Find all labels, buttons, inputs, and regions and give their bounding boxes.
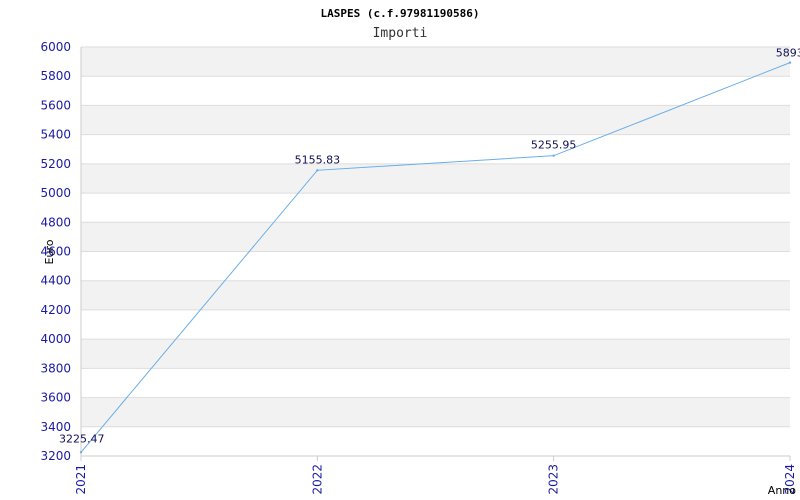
grid-band — [81, 280, 790, 310]
y-tick-label: 4400 — [40, 274, 71, 288]
data-point — [552, 154, 555, 157]
data-point — [79, 451, 83, 454]
grid-band — [81, 222, 790, 252]
y-tick-label: 3600 — [40, 391, 71, 405]
data-label: 5893.1 — [776, 47, 800, 60]
x-axis-label: Anno — [768, 484, 796, 497]
y-tick-label: 4200 — [40, 303, 71, 317]
line-chart: LASPES (c.f.97981190586) Importi 3200340… — [40, 7, 800, 497]
grid-band — [81, 47, 790, 77]
data-point — [316, 169, 319, 172]
y-tick-label: 5200 — [40, 157, 71, 171]
grid-band — [81, 105, 790, 135]
x-tick-label: 2022 — [310, 464, 324, 495]
y-tick-label: 6000 — [40, 40, 71, 54]
data-label: 5255.95 — [531, 139, 577, 152]
y-tick-label: 5600 — [40, 98, 71, 112]
grid-band — [81, 163, 790, 194]
x-tick-label: 2023 — [547, 464, 561, 495]
data-label: 5155.83 — [295, 153, 341, 166]
chart-title: LASPES (c.f.97981190586) — [321, 7, 480, 20]
y-tick-label: 4000 — [40, 332, 71, 346]
y-tick-label: 5400 — [40, 128, 71, 142]
grid-band — [81, 397, 790, 427]
y-tick-label: 3200 — [40, 449, 71, 463]
grid-band — [81, 339, 790, 369]
x-tick-label: 2021 — [74, 464, 88, 495]
chart-subtitle: Importi — [373, 26, 428, 41]
y-tick-label: 3800 — [40, 361, 71, 375]
y-tick-label: 5800 — [40, 69, 71, 83]
y-axis-label: Euro — [43, 239, 56, 264]
y-tick-label: 4800 — [40, 215, 71, 229]
data-point — [788, 61, 792, 64]
data-label: 3225.47 — [59, 432, 105, 445]
y-tick-label: 5000 — [40, 186, 71, 200]
x-axis-ticks: 2021 2022 2023 2024 — [74, 456, 797, 495]
